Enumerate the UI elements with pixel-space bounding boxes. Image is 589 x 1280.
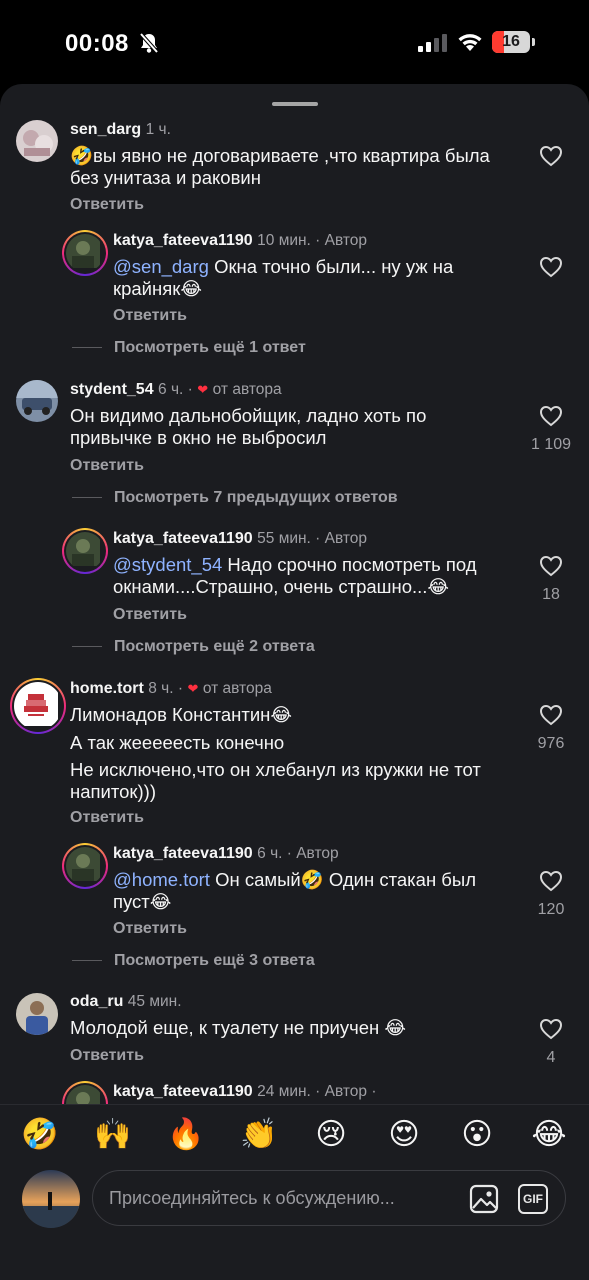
heart-icon (539, 704, 563, 726)
comments-sheet: sen_darg 1 ч. 🤣вы явно не договариваете … (0, 84, 589, 1280)
mention-link[interactable]: @sen_darg (113, 256, 209, 277)
author-heart-icon: ❤ (197, 382, 209, 397)
comment-time: 8 ч. · (148, 680, 184, 697)
emoji-joy-button[interactable]: 😂 (529, 1115, 569, 1155)
bell-muted-icon (139, 32, 159, 54)
battery-level: 16 (502, 33, 520, 50)
emoji-rofl-button[interactable]: 🤣 (20, 1115, 60, 1155)
heart-icon (539, 870, 563, 892)
wifi-icon (458, 34, 482, 51)
like-count: 976 (537, 735, 565, 752)
status-time: 00:08 (65, 30, 129, 57)
comment-username[interactable]: stydent_54 6 ч. · ❤ от автора (70, 381, 282, 399)
gif-label: GIF (523, 1192, 543, 1206)
comment-username[interactable]: katya_fateeva1190 10 мин. · Автор (113, 232, 367, 250)
mention-link[interactable]: @stydent_54 (113, 554, 222, 575)
comment-time: 1 ч. (145, 121, 171, 138)
avatar[interactable] (16, 993, 58, 1035)
comment-username[interactable]: katya_fateeva1190 24 мин. · Автор · (113, 1083, 377, 1101)
reply-button[interactable]: Ответить (70, 457, 144, 475)
avatar[interactable] (16, 120, 58, 162)
battery-icon: 16 (492, 31, 530, 53)
view-more-replies[interactable]: Посмотреть 7 предыдущих ответов (72, 489, 398, 507)
like-button[interactable] (531, 704, 571, 726)
like-button[interactable] (531, 1018, 571, 1040)
comment-username[interactable]: oda_ru 45 мин. (70, 993, 182, 1011)
comment-composer: Присоединяйтесь к обсуждению... GIF (0, 1168, 589, 1280)
heart-icon (539, 256, 563, 278)
sheet-drag-handle[interactable] (272, 102, 318, 106)
comment-text: @home.tort Он самый🤣 Один стакан был пус… (113, 869, 476, 912)
avatar[interactable] (10, 678, 66, 734)
comment-text: 🤣вы явно не договариваете ,что квартира … (70, 145, 490, 188)
status-bar: 00:08 16 (0, 0, 589, 86)
reply-button[interactable]: Ответить (70, 196, 144, 214)
reply-button[interactable]: Ответить (113, 606, 187, 624)
reply-button[interactable]: Ответить (70, 1047, 144, 1065)
author-liked-label: от автора (202, 680, 272, 697)
author-heart-icon: ❤ (187, 681, 199, 696)
comment-username[interactable]: sen_darg 1 ч. (70, 121, 171, 139)
emoji-raised-hands-button[interactable]: 🙌 (93, 1115, 133, 1155)
avatar[interactable] (62, 230, 108, 276)
view-more-replies[interactable]: Посмотреть ещё 3 ответа (72, 952, 315, 970)
mention-link[interactable]: @home.tort (113, 869, 210, 890)
cellular-signal-icon (418, 34, 447, 52)
avatar[interactable] (62, 843, 108, 889)
like-count: 18 (542, 586, 560, 603)
heart-icon (539, 555, 563, 577)
comment-username[interactable]: katya_fateeva1190 6 ч. · Автор (113, 845, 339, 863)
comment-text-line: Не исключено,что он хлебанул из кружки н… (70, 759, 481, 802)
view-more-replies[interactable]: Посмотреть ещё 1 ответ (72, 339, 306, 357)
comment-text: @stydent_54 Надо срочно посмотреть под о… (113, 554, 477, 597)
comment-time: 6 ч. · Автор (257, 845, 339, 862)
like-button[interactable] (531, 870, 571, 892)
view-more-replies[interactable]: Посмотреть ещё 2 ответа (72, 638, 315, 656)
comment-text-line: Лимонадов Константин😂 (70, 704, 292, 725)
avatar[interactable] (62, 528, 108, 574)
heart-icon (539, 1018, 563, 1040)
heart-icon (539, 405, 563, 427)
like-count: 1 109 (530, 436, 572, 453)
heart-icon (539, 145, 563, 167)
comment-username[interactable]: katya_fateeva1190 55 мин. · Автор (113, 530, 367, 548)
comment-time: 6 ч. · (158, 381, 193, 398)
comment-username[interactable]: home.tort 8 ч. · ❤ от автора (70, 680, 272, 698)
comment-time: 10 мин. · Автор (257, 232, 368, 249)
emoji-quick-bar: 🤣 🙌 🔥 👏 😢 😍 😮 😂 (0, 1104, 589, 1169)
emoji-cry-button[interactable]: 😢 (311, 1115, 351, 1155)
gif-button[interactable]: GIF (518, 1184, 548, 1214)
emoji-fire-button[interactable]: 🔥 (166, 1115, 206, 1155)
reply-button[interactable]: Ответить (113, 920, 187, 938)
avatar[interactable] (16, 380, 58, 422)
image-icon[interactable] (469, 1184, 499, 1214)
like-count: 4 (546, 1049, 556, 1066)
like-button[interactable] (531, 555, 571, 577)
author-liked-label: от автора (212, 381, 282, 398)
comment-text: @sen_darg Окна точно были... ну уж на кр… (113, 256, 454, 299)
comment-text: Молодой еще, к туалету не приучен 😂 (70, 1017, 407, 1038)
comment-input-placeholder: Присоединяйтесь к обсуждению... (109, 1188, 395, 1208)
like-button[interactable] (531, 405, 571, 427)
emoji-clap-button[interactable]: 👏 (239, 1115, 279, 1155)
comment-time: 55 мин. · Автор (257, 530, 368, 547)
comment-input[interactable]: Присоединяйтесь к обсуждению... GIF (92, 1170, 566, 1226)
comment-text-line: А так жееееесть конечно (70, 732, 285, 753)
reply-button[interactable]: Ответить (70, 809, 144, 827)
emoji-surprised-button[interactable]: 😮 (457, 1115, 497, 1155)
comment-time: 45 мин. (127, 993, 182, 1010)
like-button[interactable] (531, 145, 571, 167)
like-button[interactable] (531, 256, 571, 278)
comment-text: Он видимо дальнобойщик, ладно хоть по пр… (70, 405, 427, 448)
reply-button[interactable]: Ответить (113, 307, 187, 325)
emoji-heart-eyes-button[interactable]: 😍 (384, 1115, 424, 1155)
my-avatar (22, 1170, 80, 1228)
like-count: 120 (537, 901, 565, 918)
comment-time: 24 мин. · Автор · (257, 1083, 377, 1100)
